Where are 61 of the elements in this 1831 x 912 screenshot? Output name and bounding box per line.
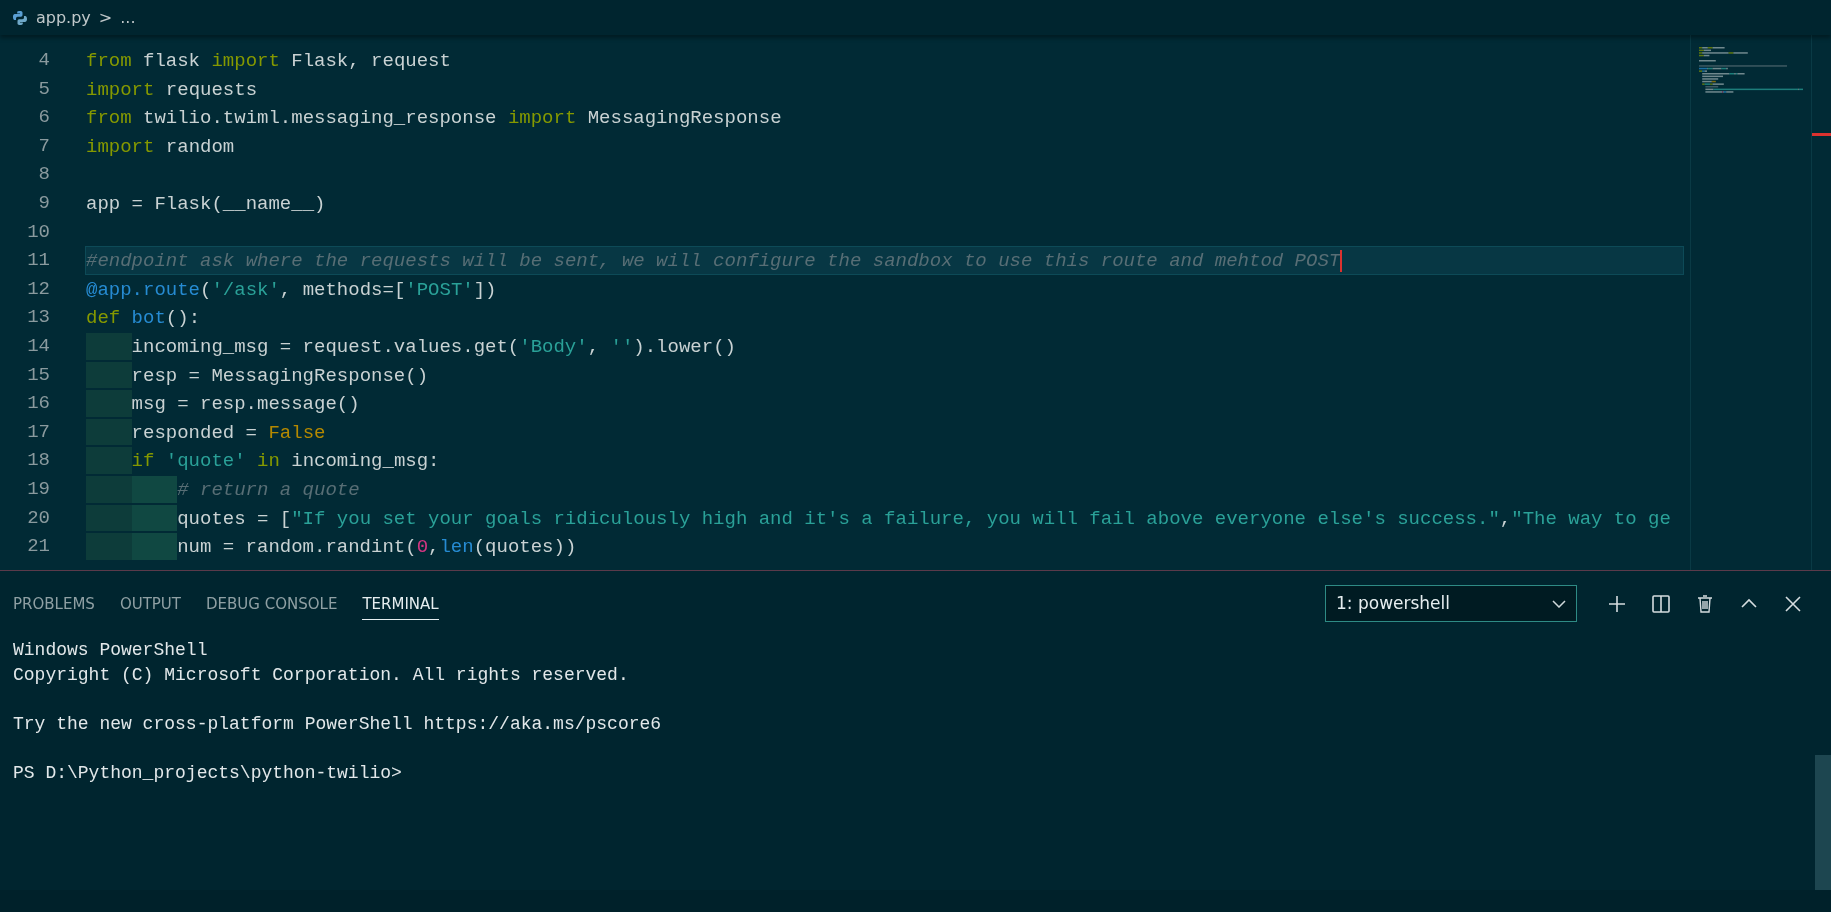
code-text: quotes = ["If you set your goals ridiculously high and it's a failure, you will fail above everyone else's success.","The way to ge (177, 507, 1671, 530)
code-text: # return a quote (177, 478, 360, 501)
line-number: 4 (37, 48, 51, 73)
line-number: 17 (26, 419, 51, 445)
terminal-dropdown[interactable]: 1: powershell (1325, 585, 1577, 622)
add-icon (1607, 593, 1627, 614)
indent-guide (86, 533, 132, 560)
error-marker (1812, 133, 1831, 136)
code-text: import requests (86, 78, 258, 101)
code-text: incoming_msg = request.values.get('Body', '').lower() (131, 335, 736, 358)
terminal-line: PS D:\Python_projects\python-twilio> (12, 761, 403, 785)
indent-guide (131, 475, 178, 503)
code-text: msg = resp.message() (131, 393, 360, 416)
python-icon (12, 9, 28, 26)
terminal-line: Try the new cross-platform PowerShell https://aka.ms/pscore6 (12, 712, 663, 736)
code-text: @app.route('/ask', methods=['POST']) (86, 278, 497, 301)
line-number: 10 (26, 219, 51, 245)
code-text: resp = MessagingResponse() (131, 364, 429, 387)
code-text: if 'quote' in incoming_msg: (131, 450, 440, 473)
line-number: 7 (37, 133, 51, 159)
panel-tab[interactable]: TERMINAL (362, 587, 439, 620)
file-name[interactable]: app.py (36, 5, 91, 30)
breadcrumb-item[interactable]: ... (120, 5, 136, 30)
terminal-line: Copyright (C) Microsoft Corporation. All rights reserved. (12, 663, 630, 687)
panel-tab[interactable]: OUTPUT (119, 587, 181, 620)
line-number: 15 (26, 362, 51, 388)
line-number: 8 (37, 162, 51, 188)
line-number: 6 (37, 105, 51, 131)
split-icon (1651, 593, 1671, 614)
code-text: responded = False (131, 421, 326, 444)
line-number: 18 (26, 448, 51, 474)
code-text: num = random.randint(0,len(quotes)) (177, 536, 577, 559)
comment-text: #endpoint ask where the requests will be sent, we will configure the sandbox to use this route and mehtod POST (86, 250, 1341, 273)
indent-guide (86, 475, 132, 503)
line-number: 21 (26, 534, 51, 560)
text-cursor (1340, 250, 1343, 273)
scrollbar-thumb[interactable] (1815, 755, 1831, 890)
code-text: import random (86, 135, 235, 158)
line-number: 16 (26, 391, 51, 417)
line-number: 14 (26, 333, 51, 359)
code-text: app = Flask(__name__) (86, 192, 326, 215)
close-icon (1783, 593, 1803, 614)
code-text: from flask import Flask, request (86, 50, 451, 72)
panel-tab[interactable]: DEBUG CONSOLE (206, 587, 338, 620)
line-number: 11 (26, 248, 51, 274)
code-text: def bot(): (86, 307, 201, 330)
trash-icon (1695, 593, 1715, 614)
indent-guide (86, 504, 132, 532)
line-number: 9 (37, 190, 51, 216)
indent-guide (131, 533, 178, 560)
panel-tab[interactable]: PROBLEMS (13, 587, 95, 620)
code-text: from twilio.twiml.messaging_response import MessagingResponse (86, 107, 782, 130)
line-number: 19 (26, 476, 51, 502)
terminal-line: Windows PowerShell (12, 639, 209, 662)
chevron-down-icon (1552, 599, 1566, 608)
line-number: 5 (37, 76, 51, 102)
line-number: 20 (26, 505, 51, 531)
line-number: 12 (26, 276, 51, 302)
line-number: 13 (26, 305, 51, 331)
indent-guide (131, 504, 178, 532)
breadcrumb-separator: > (98, 6, 113, 29)
